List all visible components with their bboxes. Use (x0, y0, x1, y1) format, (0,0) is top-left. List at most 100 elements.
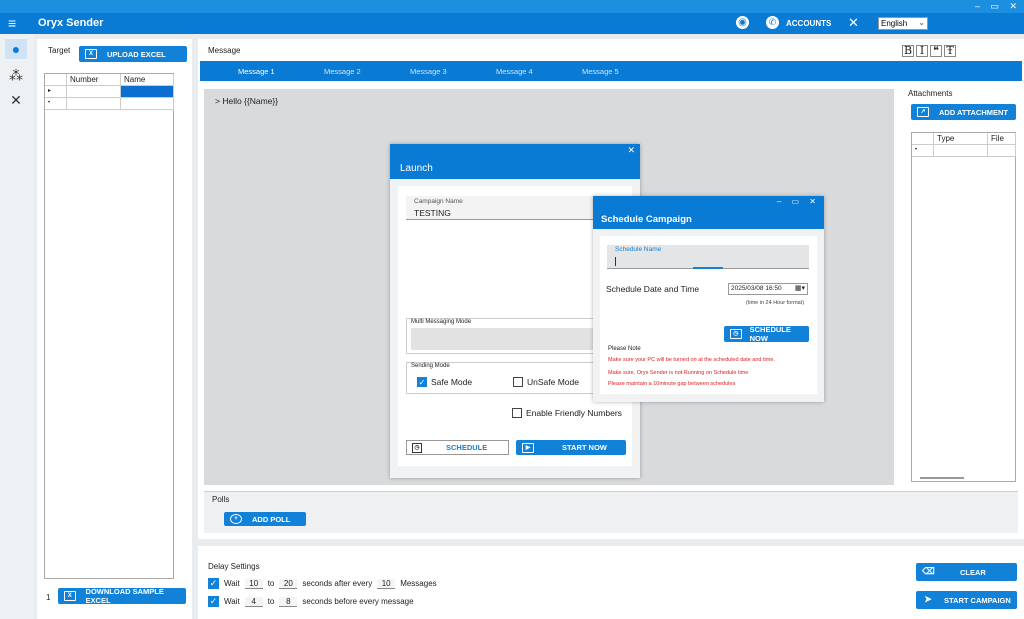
start-now-button[interactable]: ▶ START NOW (516, 440, 626, 455)
note-line: Make sure, Oryx Sender is not Running on… (608, 370, 749, 376)
format-toolbar: B I ❝ Ŧ (902, 45, 958, 57)
column-header-file[interactable]: File (988, 133, 1016, 145)
text-caret (615, 257, 616, 266)
message-count-input[interactable]: 10 (377, 578, 396, 589)
download-sample-label: DOWNLOAD SAMPLE EXCEL (85, 587, 164, 605)
column-header-type[interactable]: Type (934, 133, 988, 145)
cell-number-new[interactable] (67, 98, 121, 110)
sending-mode-caption: Sending Mode (411, 363, 450, 369)
tab-message-1[interactable]: Message 1 (238, 67, 275, 76)
italic-button[interactable]: I (916, 45, 928, 57)
add-attachment-label: ADD ATTACHMENT (939, 107, 1009, 117)
horizontal-scrollbar[interactable] (920, 477, 964, 479)
cell-number[interactable] (67, 86, 121, 98)
delay-1-checkbox[interactable]: ✓ (208, 578, 219, 589)
title-strip: – ▭ ✕ (0, 0, 1024, 13)
delay-1-from-input[interactable]: 10 (244, 578, 263, 589)
whatsapp-icon[interactable]: ✆ (766, 16, 779, 29)
cell-file[interactable] (988, 145, 1016, 157)
launch-dialog-header: ✕ Launch (390, 144, 640, 179)
delay-panel: Delay Settings ✓ Wait 10 to 20 seconds a… (198, 546, 1024, 619)
start-campaign-button[interactable]: ➤ START CAMPAIGN (916, 591, 1017, 609)
schedule-name-field[interactable]: Schedule Name (607, 245, 809, 269)
multi-messaging-mode-select[interactable] (411, 328, 595, 350)
polls-section: Polls + ADD POLL (204, 491, 1018, 533)
new-row-icon: • (912, 145, 934, 157)
window-controls[interactable]: – ▭ ✕ (975, 1, 1021, 12)
schedule-datetime-label: Schedule Date and Time (606, 284, 700, 294)
upload-excel-button[interactable]: X UPLOAD EXCEL (79, 46, 187, 62)
message-body: > Hello {{Name}} (215, 96, 279, 106)
delay-row-1: ✓ Wait 10 to 20 seconds after every 10 M… (208, 578, 437, 589)
delay-2-to-input[interactable]: 8 (279, 596, 298, 607)
target-label: Target (48, 46, 71, 55)
download-sample-button[interactable]: X DOWNLOAD SAMPLE EXCEL (58, 587, 186, 605)
language-select[interactable]: English ⌄ (878, 17, 928, 30)
chevron-down-icon: ⌄ (918, 18, 925, 27)
cell-name-selected[interactable] (121, 86, 174, 98)
quote-button[interactable]: ❝ (930, 45, 942, 57)
safe-mode-checkbox[interactable]: ✓ Safe Mode (417, 377, 472, 387)
globe-icon[interactable]: ◉ (736, 16, 749, 29)
schedule-label: SCHEDULE (446, 443, 488, 452)
schedule-campaign-dialog: – ▭ ✕ Schedule Campaign Schedule Name Sc… (593, 196, 824, 402)
add-poll-label: ADD POLL (252, 514, 291, 524)
delay-2-checkbox[interactable]: ✓ (208, 596, 219, 607)
campaign-name-value: TESTING (414, 208, 451, 218)
schedule-now-button[interactable]: ◷ SCHEDULE NOW (724, 325, 809, 343)
to-label: to (267, 579, 275, 588)
attachments-label: Attachments (908, 89, 953, 98)
eraser-icon: ⌫ (922, 566, 935, 576)
tab-message-4[interactable]: Message 4 (496, 67, 533, 76)
tools-icon[interactable]: ✕ (5, 90, 27, 110)
strikethrough-button[interactable]: Ŧ (944, 45, 956, 57)
start-campaign-label: START CAMPAIGN (944, 595, 1011, 605)
cell-type[interactable] (934, 145, 988, 157)
calendar-icon[interactable]: ▦▾ (795, 284, 805, 294)
campaign-name-field[interactable]: Campaign Name TESTING (406, 196, 618, 220)
close-icon[interactable]: ✕ (627, 145, 635, 156)
cell-name-new[interactable] (121, 98, 174, 110)
tools-icon[interactable]: ✕ (848, 15, 859, 31)
grid-corner (45, 74, 67, 86)
schedule-now-label: SCHEDULE NOW (749, 325, 791, 343)
send-icon: ➤ (924, 594, 932, 604)
friendly-numbers-checkbox[interactable]: Enable Friendly Numbers (512, 408, 622, 418)
add-attachment-button[interactable]: ↗ ADD ATTACHMENT (911, 104, 1016, 120)
delay-row-2: ✓ Wait 4 to 8 seconds before every messa… (208, 596, 414, 607)
attachments-grid[interactable]: Type File • (911, 132, 1016, 482)
note-line: Please maintain a 10minute gap between s… (608, 381, 736, 387)
language-value: English (881, 19, 908, 28)
hamburger-icon[interactable]: ≡ (8, 16, 16, 30)
time-format-hint: (time in 24 Hour format) (746, 300, 805, 306)
messages-label: Messages (400, 579, 437, 588)
clear-button[interactable]: ⌫ CLEAR (916, 563, 1017, 581)
dialog-window-controls[interactable]: – ▭ ✕ (777, 197, 820, 206)
user-icon[interactable]: ● (5, 39, 27, 59)
unsafe-mode-checkbox[interactable]: UnSafe Mode (513, 377, 579, 387)
column-header-number[interactable]: Number (67, 74, 121, 86)
contacts-grid[interactable]: Number Name ▸ • (44, 73, 174, 579)
column-header-name[interactable]: Name (121, 74, 174, 86)
campaign-name-caption: Campaign Name (414, 198, 463, 205)
excel-icon: X (64, 591, 76, 601)
field-focus-indicator (693, 267, 723, 269)
delay-2-suffix: seconds before every message (302, 597, 414, 606)
delay-1-to-input[interactable]: 20 (279, 578, 298, 589)
add-poll-button[interactable]: + ADD POLL (224, 512, 306, 526)
schedule-button[interactable]: ◷ SCHEDULE (406, 440, 509, 455)
tab-message-2[interactable]: Message 2 (324, 67, 361, 76)
bold-button[interactable]: B (902, 45, 914, 57)
app-title: Oryx Sender (38, 17, 104, 29)
row-count: 1 (46, 593, 51, 602)
tab-message-5[interactable]: Message 5 (582, 67, 619, 76)
safe-mode-label: Safe Mode (431, 377, 473, 387)
friendly-numbers-label: Enable Friendly Numbers (526, 408, 622, 418)
left-nav: ● ⁂ ✕ (0, 34, 34, 619)
accounts-button[interactable]: ACCOUNTS (786, 19, 831, 28)
group-icon[interactable]: ⁂ (5, 65, 27, 85)
schedule-datetime-picker[interactable]: 2025/03/08 16:50 ▦▾ (728, 283, 808, 295)
delay-2-from-input[interactable]: 4 (244, 596, 263, 607)
tab-message-3[interactable]: Message 3 (410, 67, 447, 76)
new-row-icon: • (45, 98, 67, 110)
